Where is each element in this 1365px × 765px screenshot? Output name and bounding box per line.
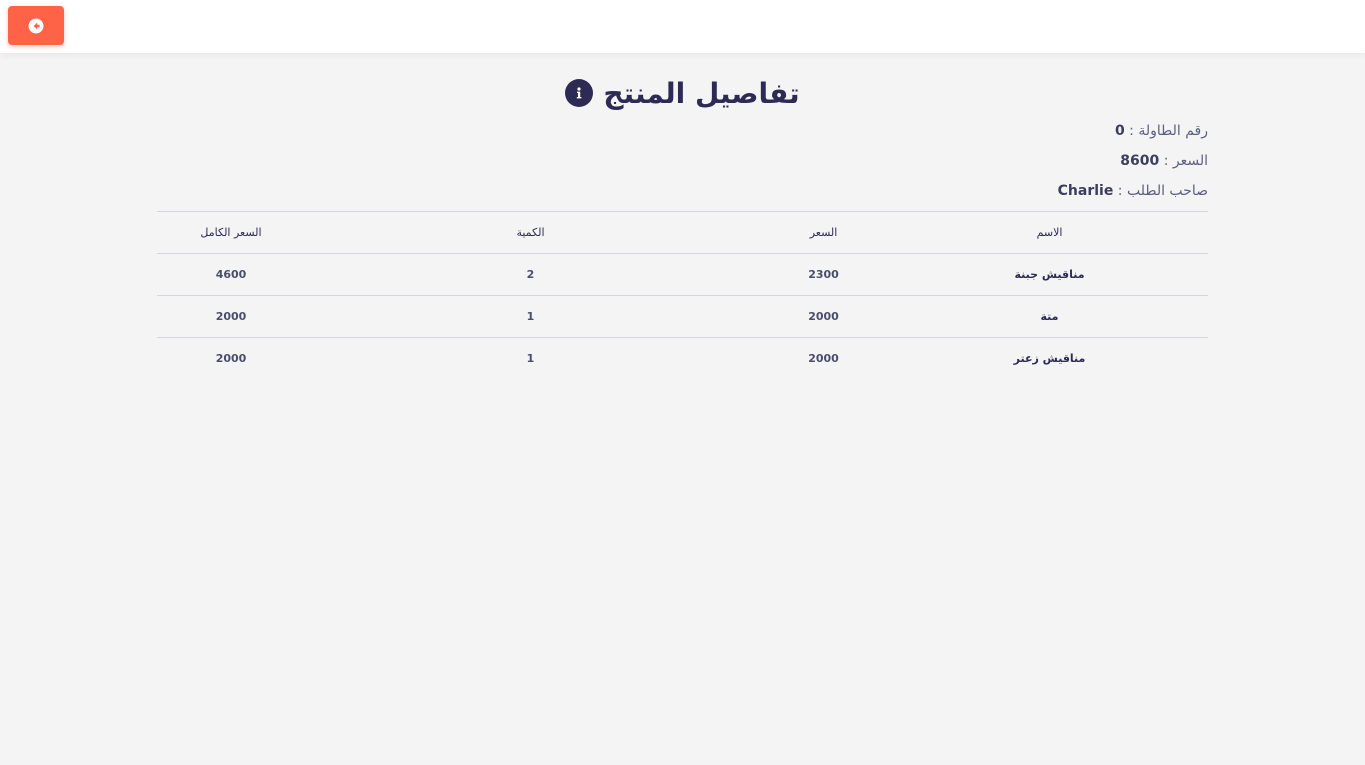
price-label: السعر : — [1163, 153, 1208, 169]
price-row: السعر : 8600 — [157, 153, 1208, 169]
table-number-label: رقم الطاولة : — [1129, 123, 1208, 139]
cell-total: 2000 — [157, 337, 305, 380]
table-number-row: رقم الطاولة : 0 — [157, 123, 1208, 139]
table-number-value: 0 — [1114, 123, 1125, 139]
page-title: تفاصيل المنتج — [603, 76, 800, 110]
table-header-row: الاسم السعر الكمية السعر الكامل — [157, 211, 1208, 254]
cell-quantity: 1 — [305, 295, 756, 338]
column-header-name: الاسم — [891, 211, 1208, 254]
title-row: تفاصيل المنتج — [0, 73, 1365, 113]
cell-price: 2300 — [756, 253, 891, 296]
cell-price: 2000 — [756, 295, 891, 338]
owner-label: صاحب الطلب : — [1117, 183, 1208, 199]
cell-name: متة — [891, 295, 1208, 338]
owner-value: Charlie — [1057, 183, 1114, 199]
cell-price: 2000 — [756, 337, 891, 380]
column-header-price: السعر — [756, 211, 891, 254]
back-button[interactable] — [8, 6, 64, 45]
cell-total: 2000 — [157, 295, 305, 338]
table-row: مناقيش زعتر 2000 1 2000 — [157, 337, 1208, 380]
arrow-left-circle-icon — [28, 18, 44, 33]
items-table: الاسم السعر الكمية السعر الكامل مناقيش ج… — [157, 211, 1208, 380]
info-circle-icon — [565, 79, 594, 107]
cell-name: مناقيش جبنة — [891, 253, 1208, 296]
table-row: متة 2000 1 2000 — [157, 295, 1208, 338]
column-header-total: السعر الكامل — [157, 211, 305, 254]
cell-quantity: 2 — [305, 253, 756, 296]
price-value: 8600 — [1120, 153, 1160, 169]
cell-name: مناقيش زعتر — [891, 337, 1208, 380]
column-header-quantity: الكمية — [305, 211, 756, 254]
top-bar — [0, 0, 1365, 53]
table-row: مناقيش جبنة 2300 2 4600 — [157, 253, 1208, 296]
cell-total: 4600 — [157, 253, 305, 296]
owner-row: صاحب الطلب : Charlie — [157, 183, 1208, 199]
cell-quantity: 1 — [305, 337, 756, 380]
